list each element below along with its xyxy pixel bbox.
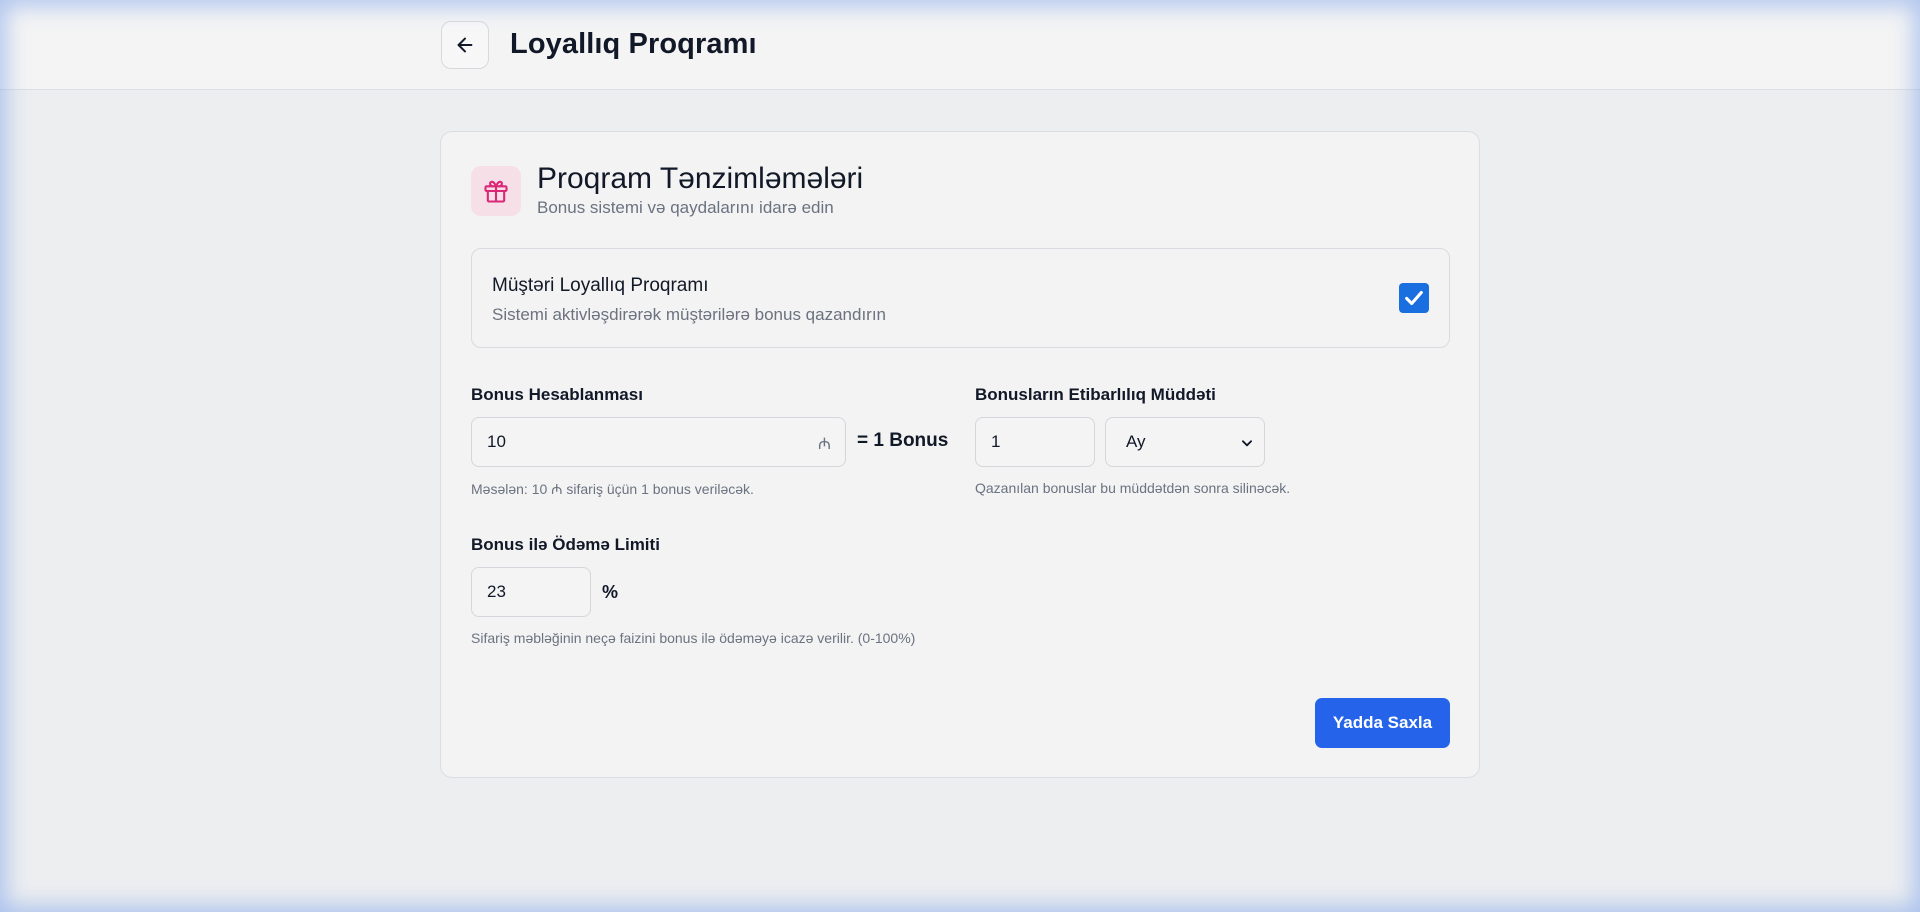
validity-unit-select[interactable]: Ay (1105, 417, 1265, 467)
back-button[interactable] (441, 21, 489, 69)
chevron-down-icon (1241, 440, 1253, 447)
payment-limit-input[interactable]: 23 (471, 567, 591, 617)
loyalty-enabled-checkbox[interactable] (1399, 283, 1429, 313)
bonus-calc-input[interactable]: 10 ₼ (471, 417, 846, 467)
page-title: Loyallıq Proqramı (510, 28, 757, 60)
arrow-left-icon (457, 37, 473, 53)
validity-unit-selected: Ay (1126, 432, 1146, 451)
payment-limit-hint: Sifariş məbləğinin neçə faizini bonus il… (471, 630, 916, 646)
currency-symbol: ₼ (818, 436, 831, 453)
validity-hint: Qazanılan bonuslar bu müddətdən sonra si… (975, 480, 1291, 496)
gift-icon (484, 180, 508, 203)
toggle-description: Sistemi aktivləşdirərək müştərilərə bonu… (492, 305, 887, 324)
loyalty-toggle-panel: Müştəri Loyallıq Proqramı Sistemi aktivl… (471, 248, 1450, 348)
top-header: Loyallıq Proqramı (0, 0, 1920, 90)
checkmark-icon (1405, 290, 1423, 306)
card-subtitle: Bonus sistemi və qaydalarını idarə edin (537, 198, 834, 217)
percent-unit: % (602, 582, 619, 602)
payment-limit-value: 23 (487, 582, 506, 601)
validity-input[interactable]: 1 (975, 417, 1095, 467)
settings-card: Proqram Tənzimləmələri Bonus sistemi və … (440, 131, 1480, 778)
bonus-calc-label: Bonus Hesablanması (471, 385, 643, 404)
save-button[interactable]: Yadda Saxla (1315, 698, 1450, 748)
payment-limit-label: Bonus ilə Ödəmə Limiti (471, 535, 660, 554)
bonus-calc-hint: Məsələn: 10 ₼ sifariş üçün 1 bonus veril… (471, 481, 754, 497)
validity-value: 1 (991, 432, 1001, 451)
bonus-calc-value: 10 (487, 432, 506, 451)
card-icon-wrapper (471, 166, 521, 216)
validity-label: Bonusların Etibarlılıq Müddəti (975, 385, 1216, 404)
toggle-title: Müştəri Loyallıq Proqramı (492, 275, 709, 296)
bonus-equals-text: = 1 Bonus (857, 430, 949, 451)
card-title: Proqram Tənzimləmələri (537, 162, 864, 195)
